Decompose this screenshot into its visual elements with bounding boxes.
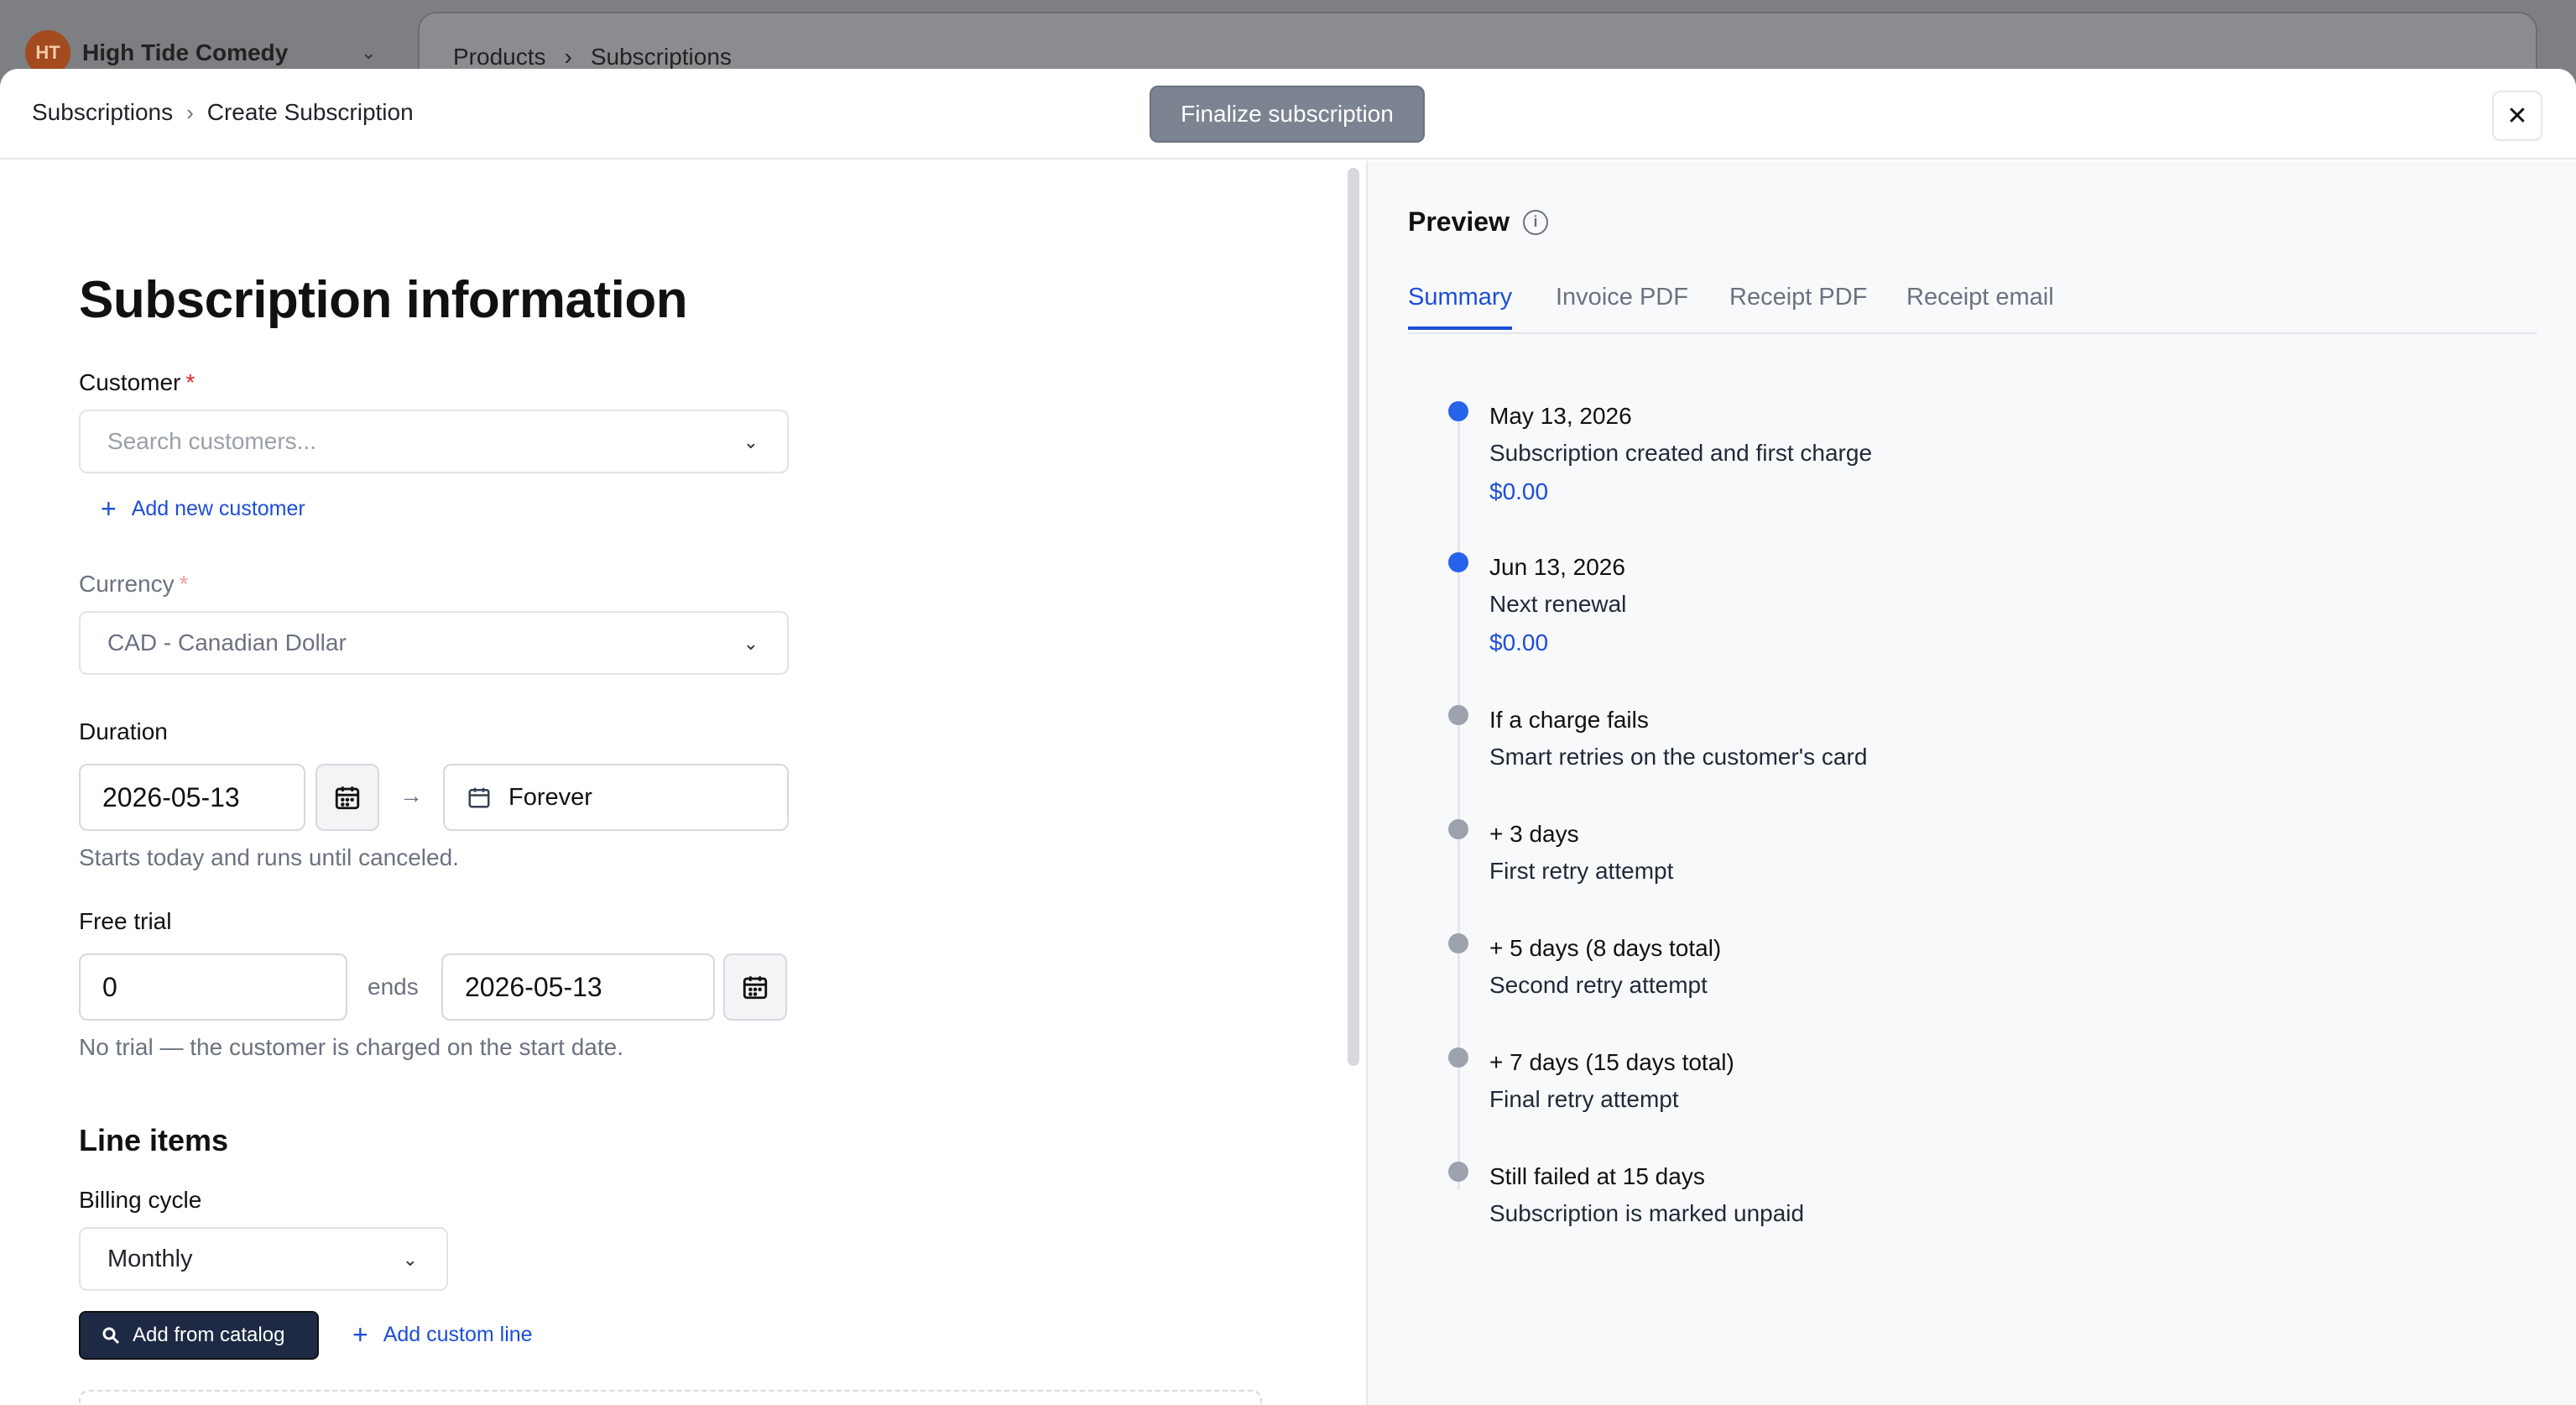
duration-end-input[interactable]: Forever bbox=[443, 764, 789, 831]
timeline-track bbox=[1457, 418, 1460, 1190]
background-crumb-subscriptions: Subscriptions bbox=[590, 44, 732, 70]
duration-helper-text: Starts today and runs until canceled. bbox=[79, 844, 459, 870]
add-custom-line-link[interactable]: + Add custom line bbox=[352, 1321, 533, 1348]
currency-label-text: Currency bbox=[79, 571, 175, 597]
line-items-heading: Line items bbox=[79, 1123, 229, 1157]
calendar-icon bbox=[468, 787, 490, 808]
finalize-subscription-button[interactable]: Finalize subscription bbox=[1150, 86, 1425, 143]
trial-ends-label: ends bbox=[368, 974, 419, 1000]
arrow-right-icon: → bbox=[399, 782, 423, 808]
timeline-desc: Subscription is marked unpaid bbox=[1489, 1200, 1805, 1226]
add-from-catalog-label: Add from catalog bbox=[133, 1324, 285, 1346]
preview-tabs: Summary Invoice PDF Receipt PDF Receipt … bbox=[1408, 284, 2537, 334]
timeline-dot bbox=[1448, 1047, 1468, 1068]
timeline-title: Jun 13, 2026 bbox=[1489, 554, 1625, 580]
free-trial-end-date-input[interactable]: 2026-05-13 bbox=[441, 953, 715, 1021]
timeline-title: Still failed at 15 days bbox=[1489, 1163, 1705, 1189]
breadcrumb-subscriptions-link[interactable]: Subscriptions bbox=[32, 99, 173, 126]
chevron-down-icon: ⌄ bbox=[361, 42, 377, 63]
required-indicator: * bbox=[185, 369, 196, 395]
breadcrumb-current: Create Subscription bbox=[206, 99, 414, 125]
currency-select[interactable]: CAD - Canadian Dollar ⌄ bbox=[79, 611, 789, 675]
free-trial-label: Free trial bbox=[79, 908, 172, 934]
tab-receipt-email[interactable]: Receipt email bbox=[1906, 284, 2054, 326]
background-crumb-products: Products bbox=[453, 44, 546, 70]
duration-label: Duration bbox=[79, 718, 168, 744]
timeline-dot bbox=[1448, 705, 1468, 725]
chevron-right-icon: › bbox=[186, 99, 194, 125]
start-date-calendar-button[interactable] bbox=[315, 764, 379, 831]
plus-icon: + bbox=[101, 494, 117, 524]
tab-invoice-pdf[interactable]: Invoice PDF bbox=[1556, 284, 1688, 326]
add-new-customer-label: Add new customer bbox=[131, 496, 305, 520]
timeline-dot bbox=[1448, 1162, 1468, 1182]
customer-label-text: Customer bbox=[79, 369, 181, 395]
chevron-down-icon: ⌄ bbox=[743, 431, 759, 452]
tab-receipt-pdf[interactable]: Receipt PDF bbox=[1729, 284, 1867, 326]
billing-cycle-select[interactable]: Monthly ⌄ bbox=[79, 1227, 448, 1291]
modal-header: Subscriptions › Create Subscription Fina… bbox=[0, 69, 2576, 159]
timeline-desc: Next renewal bbox=[1489, 591, 1627, 617]
timeline-desc: Final retry attempt bbox=[1489, 1086, 1679, 1112]
timeline-desc: Smart retries on the customer's card bbox=[1489, 744, 1868, 770]
add-new-customer-link[interactable]: + Add new customer bbox=[101, 495, 305, 522]
timeline-desc: Subscription created and first charge bbox=[1489, 440, 1873, 466]
preview-title: Preview bbox=[1408, 206, 1510, 237]
close-icon: ✕ bbox=[2506, 102, 2528, 130]
customer-select[interactable]: Search customers... ⌄ bbox=[79, 410, 789, 473]
timeline-dot bbox=[1448, 552, 1468, 572]
timeline-amount: $0.00 bbox=[1489, 629, 1549, 655]
chevron-right-icon: › bbox=[564, 44, 572, 70]
timeline-title: + 5 days (8 days total) bbox=[1489, 935, 1722, 961]
required-indicator: * bbox=[179, 571, 189, 597]
calendar-icon bbox=[743, 976, 768, 1000]
calendar-icon bbox=[335, 786, 360, 810]
tab-summary[interactable]: Summary bbox=[1408, 284, 1513, 330]
add-custom-line-label: Add custom line bbox=[383, 1322, 533, 1346]
timeline-amount: $0.00 bbox=[1489, 478, 1549, 504]
duration-start-date-input[interactable]: 2026-05-13 bbox=[79, 764, 305, 831]
line-items-dropzone bbox=[79, 1390, 1262, 1405]
customer-label: Customer * bbox=[79, 369, 195, 396]
plus-icon: + bbox=[352, 1319, 368, 1350]
timeline-title: + 3 days bbox=[1489, 821, 1579, 847]
search-icon bbox=[102, 1327, 120, 1345]
form-scrollbar[interactable] bbox=[1348, 168, 1359, 1066]
timeline-dot bbox=[1448, 933, 1468, 953]
chevron-down-icon: ⌄ bbox=[743, 633, 759, 654]
timeline-dot bbox=[1448, 401, 1468, 421]
timeline-title: May 13, 2026 bbox=[1489, 403, 1632, 429]
add-from-catalog-button[interactable]: Add from catalog bbox=[79, 1311, 319, 1360]
timeline-title: If a charge fails bbox=[1489, 707, 1649, 733]
timeline-title: + 7 days (15 days total) bbox=[1489, 1049, 1734, 1075]
background-breadcrumb: Products › Subscriptions bbox=[453, 44, 732, 71]
timeline-desc: Second retry attempt bbox=[1489, 972, 1708, 998]
billing-cycle-value: Monthly bbox=[107, 1245, 193, 1272]
close-button[interactable]: ✕ bbox=[2492, 91, 2542, 141]
breadcrumb: Subscriptions › Create Subscription bbox=[32, 99, 414, 126]
currency-select-value: CAD - Canadian Dollar bbox=[107, 629, 347, 655]
free-trial-helper-text: No trial — the customer is charged on th… bbox=[79, 1034, 623, 1060]
chevron-down-icon: ⌄ bbox=[402, 1249, 418, 1270]
free-trial-days-input[interactable]: 0 bbox=[79, 953, 347, 1021]
trial-end-calendar-button[interactable] bbox=[723, 953, 787, 1021]
page-title: Subscription information bbox=[79, 271, 688, 329]
duration-end-value: Forever bbox=[508, 783, 592, 811]
currency-label: Currency * bbox=[79, 571, 189, 598]
preview-heading: Preview i bbox=[1408, 206, 1548, 238]
info-icon[interactable]: i bbox=[1522, 209, 1548, 235]
billing-cycle-label: Billing cycle bbox=[79, 1187, 202, 1213]
timeline-desc: First retry attempt bbox=[1489, 858, 1674, 884]
timeline-dot bbox=[1448, 819, 1468, 839]
org-name: High Tide Comedy bbox=[82, 39, 289, 65]
customer-select-placeholder: Search customers... bbox=[107, 428, 316, 454]
